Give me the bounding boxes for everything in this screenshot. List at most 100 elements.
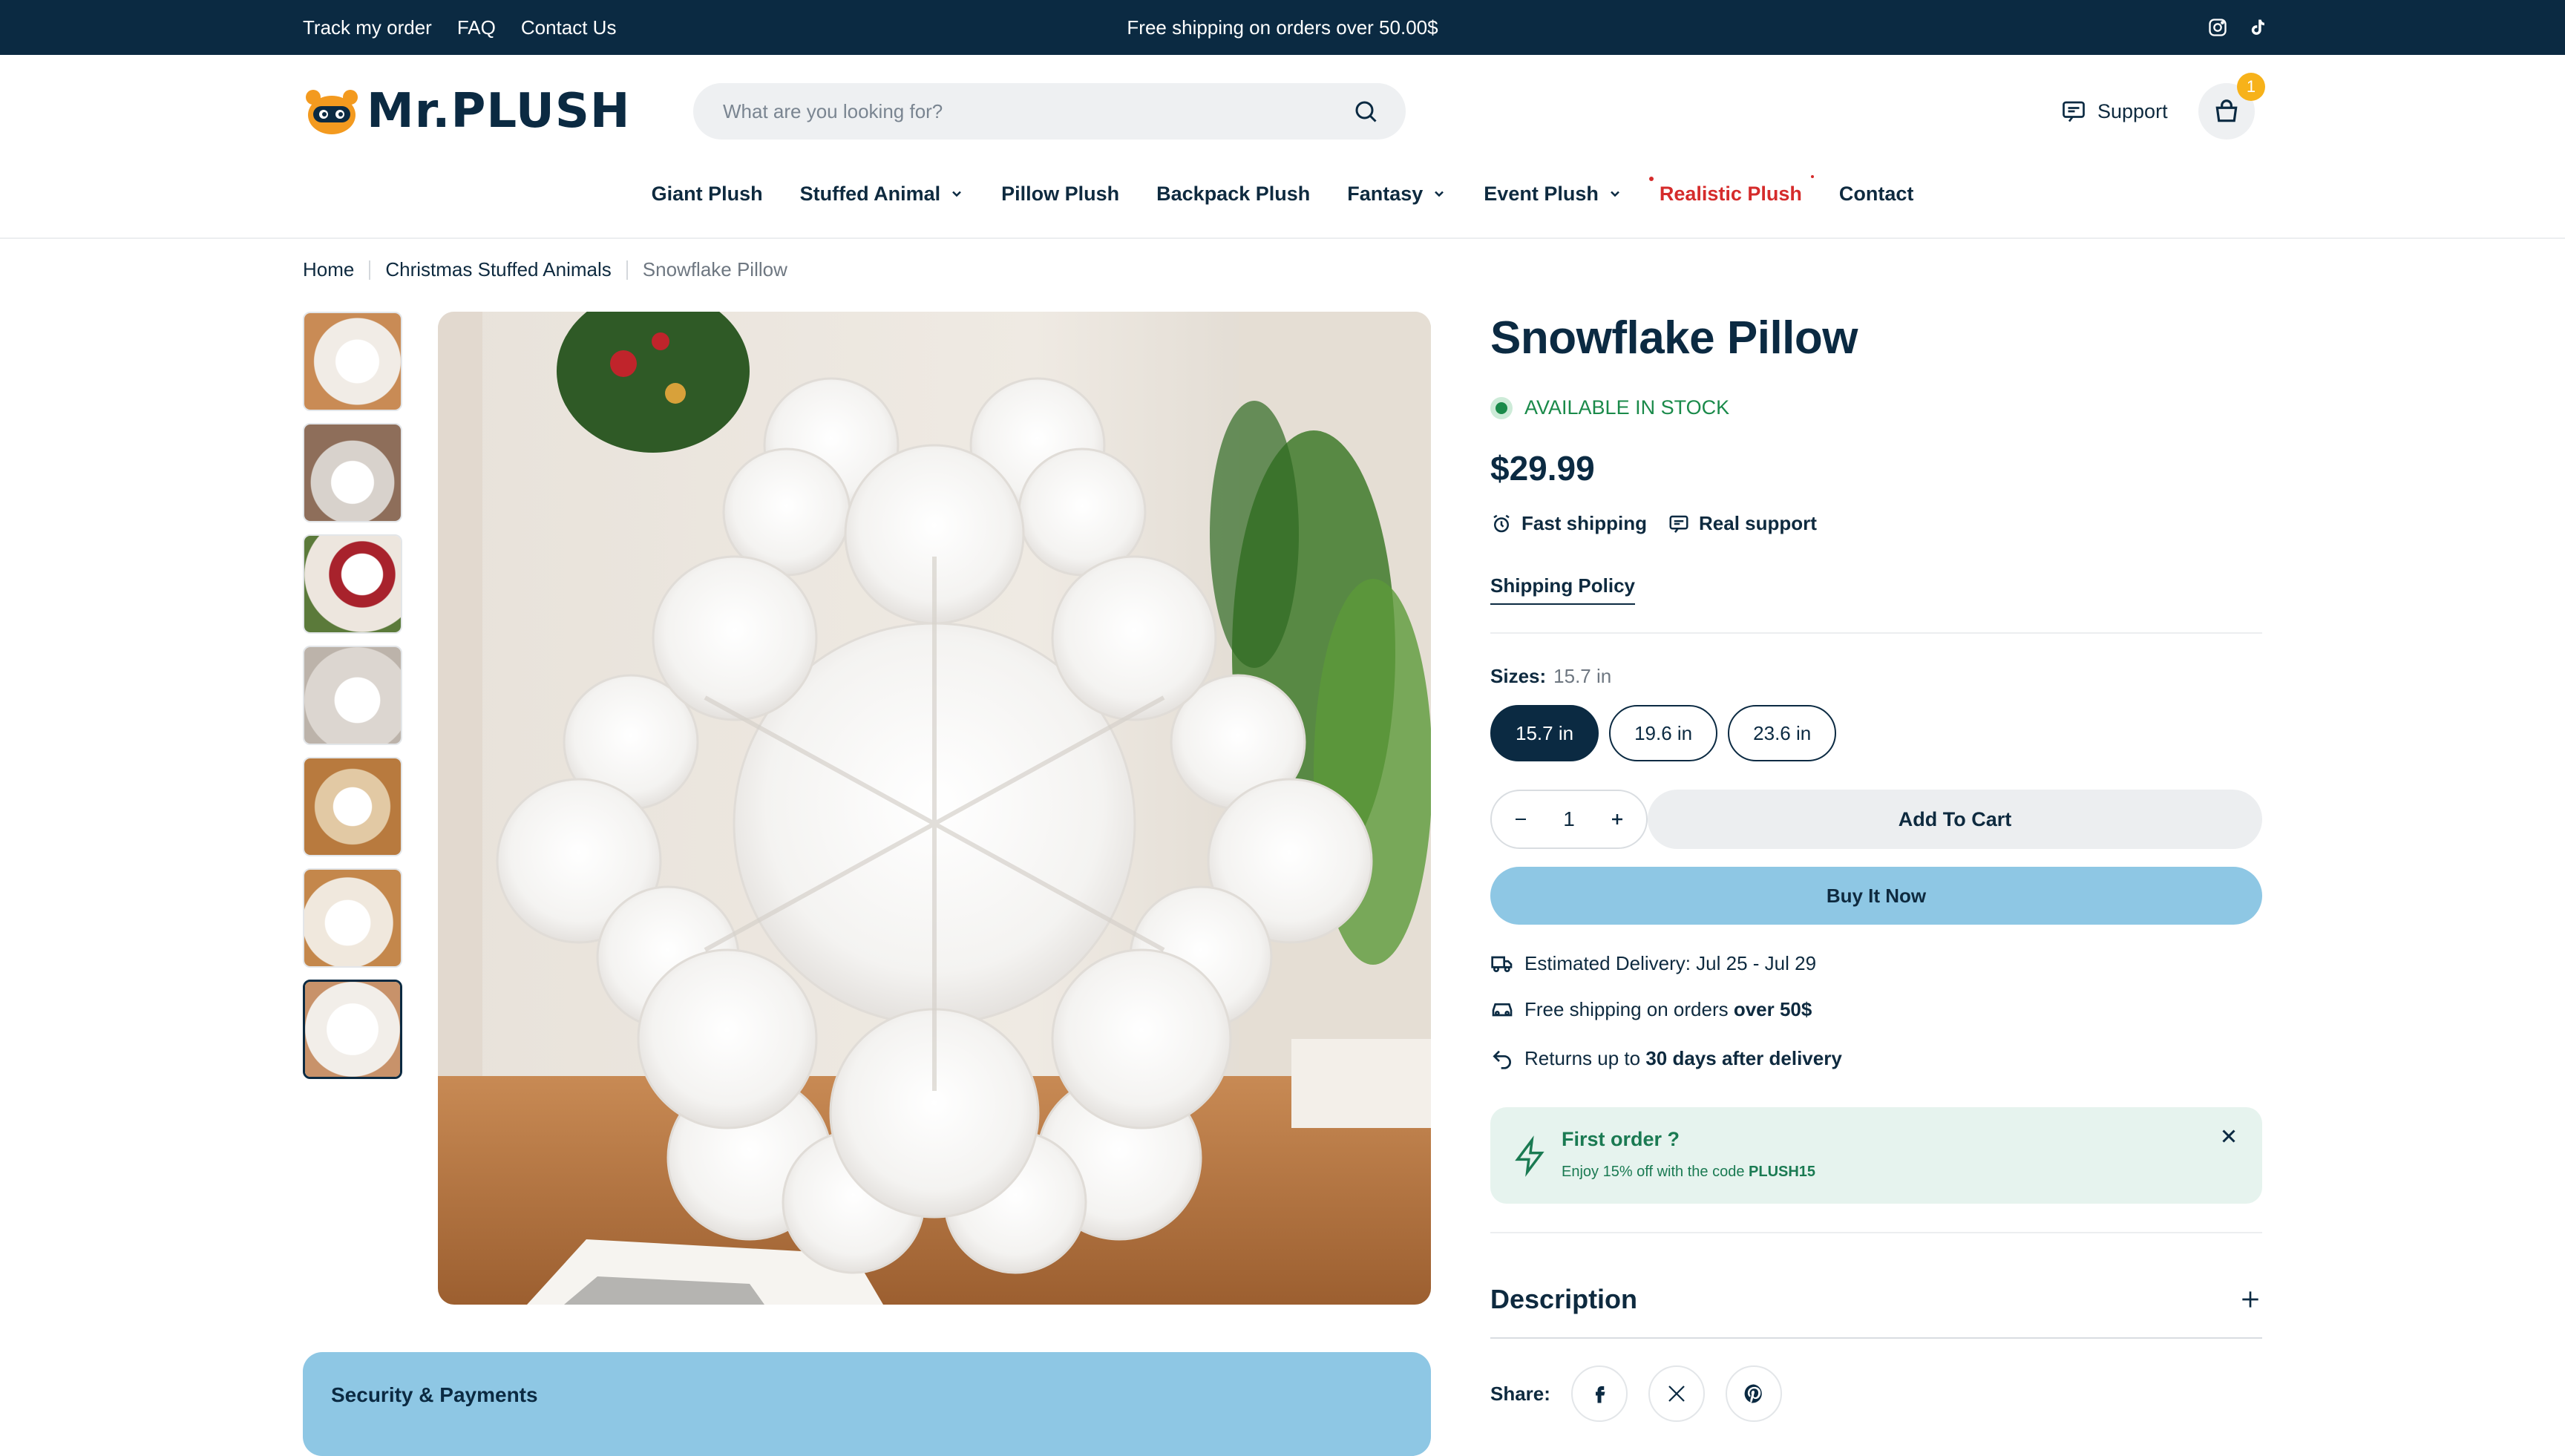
security-payments-panel: Security & Payments — [303, 1352, 1431, 1456]
chevron-down-icon — [952, 191, 961, 197]
search-bar — [693, 83, 1406, 140]
shipping-policy-link[interactable]: Shipping Policy — [1490, 574, 1636, 605]
topbar-links: Track my order FAQ Contact Us — [303, 0, 616, 55]
security-title: Security & Payments — [331, 1383, 538, 1406]
sizes-heading: Sizes: — [1490, 665, 1547, 687]
decrease-quantity-button[interactable] — [1510, 808, 1532, 830]
increase-quantity-button[interactable] — [1606, 808, 1628, 830]
nav-item-realistic-plush[interactable]: Realistic Plush — [1648, 174, 1815, 206]
description-label: Description — [1490, 1284, 1638, 1314]
nav-item-fantasy[interactable]: Fantasy — [1347, 183, 1447, 206]
divider — [1490, 1232, 2262, 1233]
nav-item-stuffed-animal[interactable]: Stuffed Animal — [800, 183, 965, 206]
product-main-image[interactable] — [438, 312, 1431, 1305]
size-option-15-7[interactable]: 15.7 in — [1490, 705, 1599, 761]
tiktok-icon[interactable] — [2247, 17, 2268, 38]
breadcrumb-current: Snowflake Pillow — [642, 258, 787, 281]
stock-indicator-icon — [1490, 396, 1513, 419]
breadcrumb-category[interactable]: Christmas Stuffed Animals — [385, 258, 611, 281]
cart-count-badge: 1 — [2237, 73, 2265, 101]
sizes-label: Sizes: 15.7 in — [1490, 665, 1611, 688]
site-header: Mr.PLUSH Support 1 Giant Plush Stuffed A… — [0, 55, 2565, 239]
thumbnail-4[interactable] — [303, 646, 402, 745]
share-row: Share: — [1490, 1365, 1782, 1422]
thumbnail-3[interactable] — [303, 534, 402, 634]
support-link[interactable]: Support — [2060, 96, 2168, 126]
breadcrumb-home[interactable]: Home — [303, 258, 354, 281]
thumbnail-6[interactable] — [303, 868, 402, 968]
nav-label: Stuffed Animal — [799, 182, 941, 205]
contact-us-link[interactable]: Contact Us — [521, 16, 617, 39]
breadcrumb: Home Christmas Stuffed Animals Snowflake… — [303, 258, 787, 281]
free-shipping-info: Free shipping on orders over 50$ — [1490, 997, 1812, 1021]
thumbnail-2[interactable] — [303, 423, 402, 522]
main-nav: Giant Plush Stuffed Animal Pillow Plush … — [0, 174, 2565, 212]
thumbnail-7[interactable] — [303, 980, 402, 1079]
share-pinterest-button[interactable] — [1725, 1365, 1782, 1422]
nav-label: Fantasy — [1347, 182, 1424, 205]
first-order-text-prefix: Enjoy 15% off with the code — [1562, 1164, 1749, 1180]
logo[interactable]: Mr.PLUSH — [303, 83, 630, 140]
nav-item-contact[interactable]: Contact — [1839, 183, 1914, 206]
plus-icon — [1611, 814, 1622, 824]
search-icon[interactable] — [1352, 98, 1379, 125]
perk-label: Real support — [1699, 512, 1817, 534]
add-to-cart-button[interactable]: Add To Cart — [1648, 790, 2262, 849]
nav-label: Contact — [1838, 182, 1914, 205]
car-icon — [1492, 1003, 1513, 1017]
product-info: Snowflake Pillow AVAILABLE IN STOCK $29.… — [1490, 312, 2262, 1422]
nav-label: Backpack Plush — [1156, 182, 1311, 205]
alarm-clock-icon — [1493, 514, 1510, 532]
returns-prefix: Returns up to — [1524, 1046, 1646, 1069]
x-icon — [1668, 1386, 1685, 1402]
facebook-icon — [1595, 1386, 1605, 1403]
shopping-bag-icon — [2215, 99, 2238, 122]
share-x-button[interactable] — [1648, 1365, 1705, 1422]
nav-label: Pillow Plush — [1001, 182, 1120, 205]
buy-now-button[interactable]: Buy It Now — [1490, 867, 2262, 925]
first-order-text: Enjoy 15% off with the code PLUSH15 — [1562, 1164, 1815, 1181]
first-order-title: First order ? — [1562, 1128, 1680, 1150]
chat-icon — [2063, 101, 2085, 122]
stock-label: AVAILABLE IN STOCK — [1524, 396, 1730, 419]
nav-label: Event Plush — [1484, 182, 1599, 205]
thumbnail-5[interactable] — [303, 757, 402, 856]
free-shipping-text: Free shipping on orders over 50$ — [1524, 998, 1812, 1021]
return-arrow-icon — [1493, 1050, 1511, 1069]
logo-text: Mr.PLUSH — [367, 84, 631, 139]
chevron-down-icon — [1610, 191, 1619, 197]
faq-link[interactable]: FAQ — [457, 16, 496, 39]
close-icon[interactable] — [2218, 1125, 2240, 1147]
nav-item-event-plush[interactable]: Event Plush — [1484, 183, 1622, 206]
breadcrumb-separator — [626, 260, 628, 280]
search-input[interactable] — [723, 99, 1352, 123]
breadcrumb-separator — [369, 260, 371, 280]
plus-icon — [2242, 1291, 2258, 1308]
bear-logo-icon — [306, 90, 358, 134]
size-option-23-6[interactable]: 23.6 in — [1728, 705, 1837, 761]
nav-item-giant-plush[interactable]: Giant Plush — [652, 183, 763, 206]
chevron-down-icon — [1435, 191, 1444, 197]
minus-icon — [1516, 819, 1526, 820]
quantity-value[interactable]: 1 — [1563, 807, 1575, 831]
track-order-link[interactable]: Track my order — [303, 16, 432, 39]
description-toggle[interactable]: Description — [1490, 1284, 2262, 1315]
nav-item-backpack-plush[interactable]: Backpack Plush — [1156, 183, 1310, 206]
perk-fast-shipping: Fast shipping — [1490, 512, 1647, 535]
divider — [1490, 632, 2262, 634]
size-option-19-6[interactable]: 19.6 in — [1609, 705, 1718, 761]
perks: Fast shipping Real support — [1490, 512, 1817, 535]
snowflake-pillow-photo — [438, 312, 1431, 1305]
estimated-delivery: Estimated Delivery: Jul 25 - Jul 29 — [1490, 951, 1816, 975]
cart-button[interactable]: 1 — [2198, 73, 2265, 140]
share-facebook-button[interactable] — [1570, 1365, 1628, 1422]
returns-text: Returns up to 30 days after delivery — [1524, 1047, 1842, 1070]
returns-info: Returns up to 30 days after delivery — [1490, 1046, 1842, 1070]
social-links — [2207, 0, 2268, 55]
perk-label: Fast shipping — [1521, 512, 1647, 534]
share-label: Share: — [1490, 1382, 1550, 1405]
nav-item-pillow-plush[interactable]: Pillow Plush — [1001, 183, 1119, 206]
pinterest-icon — [1744, 1384, 1762, 1403]
thumbnail-1[interactable] — [303, 312, 402, 411]
instagram-icon[interactable] — [2207, 17, 2228, 38]
